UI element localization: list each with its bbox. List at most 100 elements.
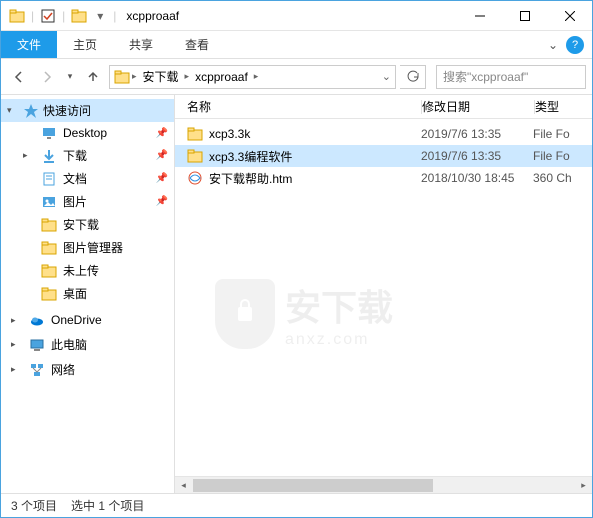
scroll-left-icon[interactable]: ◂ (175, 477, 192, 493)
file-tab[interactable]: 文件 (1, 31, 57, 58)
file-type: 360 Ch (533, 171, 592, 185)
close-button[interactable] (547, 1, 592, 31)
sidebar-item-downloads[interactable]: ▸ 下载 📌 (1, 144, 174, 167)
sidebar-item-onedrive[interactable]: ▸ OneDrive (1, 309, 174, 331)
desktop-icon (41, 125, 57, 141)
chevron-right-icon[interactable]: ▸ (11, 339, 23, 350)
sidebar-item-label: 网络 (51, 361, 75, 378)
folder-icon (114, 69, 130, 85)
sidebar-item-label: 图片 (63, 193, 87, 210)
file-date: 2019/7/6 13:35 (421, 127, 533, 141)
maximize-button[interactable] (502, 1, 547, 31)
pin-icon: 📌 (156, 128, 168, 139)
column-date[interactable]: 修改日期 (422, 98, 534, 115)
search-input[interactable]: 搜索"xcpproaaf" (436, 65, 586, 89)
sidebar-item-label: 桌面 (63, 285, 87, 302)
sidebar-item-label: 文档 (63, 170, 87, 187)
chevron-right-icon[interactable]: ▸ (11, 315, 23, 326)
downloads-icon (41, 148, 57, 164)
forward-button[interactable] (35, 65, 59, 89)
window-title: xcpproaaf (126, 9, 179, 23)
folder-icon (41, 286, 57, 302)
chevron-right-icon[interactable]: ▸ (23, 150, 35, 161)
folder-icon (187, 148, 203, 164)
statusbar: 3 个项目 选中 1 个项目 (1, 493, 592, 517)
recent-dropdown[interactable]: ▾ (63, 65, 77, 89)
file-name: xcp3.3编程软件 (209, 148, 292, 165)
sidebar-item-label: 下载 (63, 147, 87, 164)
column-type[interactable]: 类型 (535, 98, 592, 115)
checkbox-icon[interactable] (40, 8, 56, 24)
htm-icon (187, 170, 203, 186)
ribbon: 文件 主页 共享 查看 ⌄ ? (1, 31, 592, 59)
column-headers: 名称 修改日期 类型 (175, 95, 592, 119)
up-button[interactable] (81, 65, 105, 89)
watermark: 安下载 anxz.com (215, 279, 393, 349)
pictures-icon (41, 194, 57, 210)
sidebar-item-label: 快速访问 (43, 102, 91, 119)
sidebar-item-label: 未上传 (63, 262, 99, 279)
sidebar-item-pictures[interactable]: 图片 📌 (1, 190, 174, 213)
folder-icon (41, 240, 57, 256)
folder-small-icon[interactable] (71, 8, 87, 24)
sidebar-item-folder[interactable]: 未上传 (1, 259, 174, 282)
table-row[interactable]: xcp3.3k 2019/7/6 13:35 File Fo (175, 123, 592, 145)
chevron-down-icon[interactable]: ▾ (7, 105, 19, 116)
horizontal-scrollbar[interactable]: ◂ ▸ (175, 476, 592, 493)
folder-window-icon (9, 8, 25, 24)
sidebar-item-folder[interactable]: 安下载 (1, 213, 174, 236)
scrollbar-thumb[interactable] (193, 479, 433, 492)
star-icon (23, 103, 39, 119)
column-name[interactable]: 名称 (183, 98, 421, 115)
table-row[interactable]: xcp3.3编程软件 2019/7/6 13:35 File Fo (175, 145, 592, 167)
sidebar-item-label: OneDrive (51, 313, 102, 327)
status-selection: 选中 1 个项目 (71, 497, 144, 514)
help-icon[interactable]: ? (566, 36, 584, 54)
pin-icon: 📌 (156, 196, 168, 207)
qat-overflow[interactable]: ▾ (93, 9, 107, 23)
sidebar-item-desktop[interactable]: Desktop 📌 (1, 122, 174, 144)
file-list[interactable]: xcp3.3k 2019/7/6 13:35 File Fo xcp3.3编程软… (175, 119, 592, 476)
sidebar-item-label: Desktop (63, 126, 107, 140)
sidebar-item-label: 此电脑 (51, 336, 87, 353)
chevron-right-icon[interactable]: ▸ (11, 364, 23, 375)
breadcrumb-item[interactable]: xcpproaaf (191, 70, 252, 84)
refresh-button[interactable] (400, 65, 426, 89)
sidebar-item-folder[interactable]: 图片管理器 (1, 236, 174, 259)
nav-row: ▾ ▸ 安下载 ▸ xcpproaaf ▸ ⌄ 搜索"xcpproaaf" (1, 59, 592, 95)
tab-home[interactable]: 主页 (57, 31, 113, 58)
chevron-right-icon[interactable]: ▸ (254, 71, 259, 82)
back-button[interactable] (7, 65, 31, 89)
address-bar[interactable]: ▸ 安下载 ▸ xcpproaaf ▸ ⌄ (109, 65, 396, 89)
tab-view[interactable]: 查看 (169, 31, 225, 58)
sidebar-item-folder[interactable]: 桌面 (1, 282, 174, 305)
chevron-right-icon[interactable]: ▸ (132, 71, 137, 82)
file-type: File Fo (533, 149, 592, 163)
separator: | (31, 9, 34, 23)
tab-share[interactable]: 共享 (113, 31, 169, 58)
folder-icon (41, 217, 57, 233)
sidebar-item-thispc[interactable]: ▸ 此电脑 (1, 333, 174, 356)
file-date: 2018/10/30 18:45 (421, 171, 533, 185)
shield-icon (215, 279, 275, 349)
pin-icon: 📌 (156, 150, 168, 161)
ribbon-expand-icon[interactable]: ⌄ (548, 38, 558, 52)
titlebar: | | ▾ | xcpproaaf (1, 1, 592, 31)
sidebar-item-documents[interactable]: 文档 📌 (1, 167, 174, 190)
sidebar-quick-access[interactable]: ▾ 快速访问 (1, 99, 174, 122)
sidebar-item-label: 图片管理器 (63, 239, 123, 256)
folder-icon (41, 263, 57, 279)
minimize-button[interactable] (457, 1, 502, 31)
breadcrumb-item[interactable]: 安下载 (139, 68, 183, 85)
chevron-right-icon[interactable]: ▸ (185, 71, 190, 82)
table-row[interactable]: 安下载帮助.htm 2018/10/30 18:45 360 Ch (175, 167, 592, 189)
address-dropdown-icon[interactable]: ⌄ (382, 70, 391, 83)
pin-icon: 📌 (156, 173, 168, 184)
separator: | (62, 9, 65, 23)
scroll-right-icon[interactable]: ▸ (575, 477, 592, 493)
sidebar: ▾ 快速访问 Desktop 📌 ▸ 下载 📌 (1, 95, 175, 493)
file-name: xcp3.3k (209, 127, 250, 141)
file-date: 2019/7/6 13:35 (421, 149, 533, 163)
onedrive-icon (29, 312, 45, 328)
sidebar-item-network[interactable]: ▸ 网络 (1, 358, 174, 381)
